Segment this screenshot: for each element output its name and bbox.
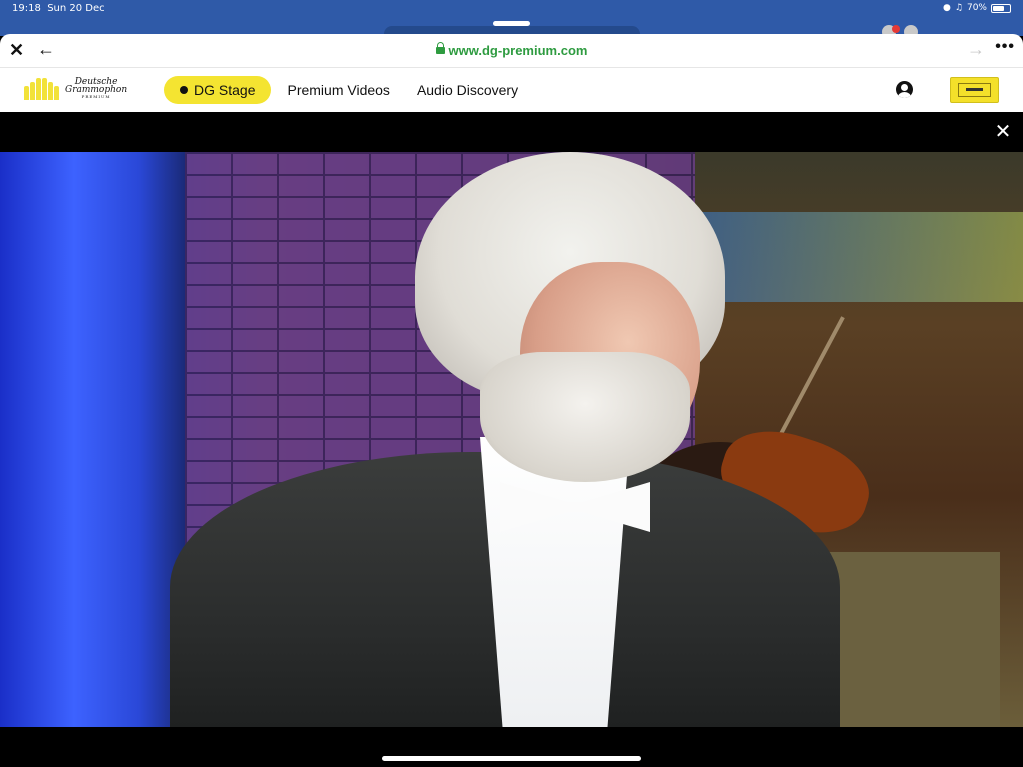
nav-dg-stage-button[interactable]: DG Stage bbox=[164, 76, 272, 104]
close-icon[interactable]: ✕ bbox=[993, 122, 1013, 142]
nav-premium-videos[interactable]: Premium Videos bbox=[287, 76, 389, 104]
headphones-icon: ♫ bbox=[954, 3, 963, 13]
live-dot-icon bbox=[180, 86, 188, 94]
nav-dg-stage-label: DG Stage bbox=[194, 82, 256, 98]
tulip-logo-icon bbox=[24, 78, 60, 100]
video-shirt bbox=[480, 437, 630, 727]
wifi-icon: ● bbox=[943, 3, 951, 13]
main-nav: DG Stage Premium Videos Audio Discovery bbox=[164, 76, 545, 104]
url-text: www.dg-premium.com bbox=[448, 43, 588, 58]
lock-icon bbox=[435, 42, 445, 54]
video-bg-pillar bbox=[0, 152, 185, 727]
logo-text: Deutsche Grammophon PREMIUM bbox=[65, 78, 127, 100]
dg-premium-logo[interactable]: Deutsche Grammophon PREMIUM bbox=[24, 78, 127, 100]
more-icon[interactable]: ••• bbox=[995, 38, 1015, 56]
video-beard bbox=[480, 352, 690, 482]
video-bg-glass bbox=[700, 212, 1023, 302]
player-top-bar: ✕ bbox=[0, 112, 1023, 152]
dg-yellow-label-logo[interactable] bbox=[950, 77, 999, 103]
url-display[interactable]: www.dg-premium.com bbox=[0, 42, 1023, 58]
account-icon[interactable] bbox=[896, 81, 913, 98]
browser-address-bar: ✕ ← www.dg-premium.com → ••• bbox=[0, 34, 1023, 68]
battery-icon bbox=[991, 3, 1011, 13]
site-header: Deutsche Grammophon PREMIUM DG Stage Pre… bbox=[0, 68, 1023, 112]
sheet-grabber[interactable] bbox=[493, 21, 530, 26]
status-right: ● ♫ 70% bbox=[943, 3, 1011, 13]
video-frame[interactable] bbox=[0, 152, 1023, 727]
nav-audio-discovery[interactable]: Audio Discovery bbox=[417, 76, 518, 104]
home-indicator[interactable] bbox=[382, 756, 641, 761]
status-bar: 19:18 Sun 20 Dec ● ♫ 70% bbox=[0, 0, 1023, 39]
player-bottom-bar bbox=[0, 727, 1023, 767]
arrow-right-icon[interactable]: → bbox=[967, 39, 985, 60]
battery-fill bbox=[993, 5, 1004, 11]
battery-percent: 70% bbox=[966, 3, 987, 13]
notification-badge bbox=[892, 25, 900, 33]
status-time: 19:18 Sun 20 Dec bbox=[12, 3, 105, 14]
